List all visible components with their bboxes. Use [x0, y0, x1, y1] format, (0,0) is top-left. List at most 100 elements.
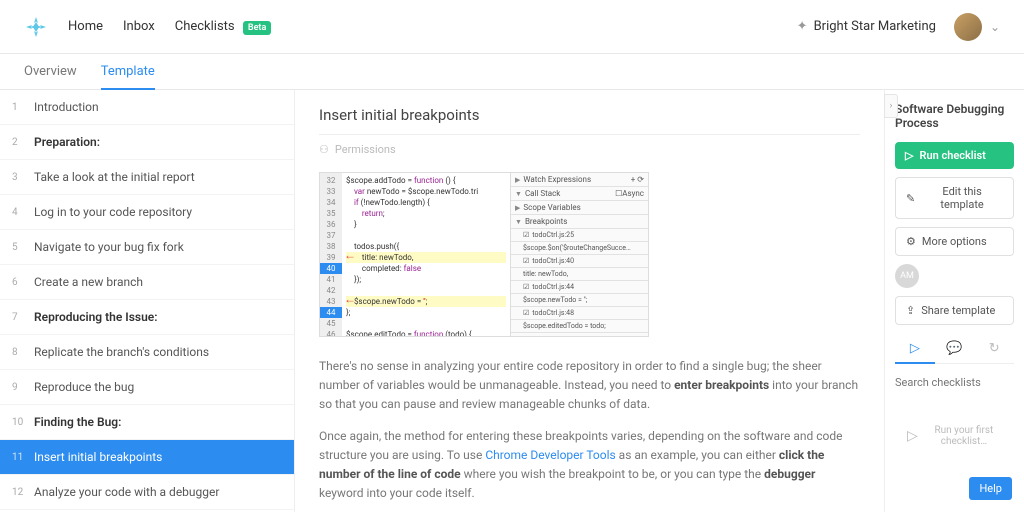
bp-sub: $scope.editedTodo = todo; — [511, 320, 648, 333]
scope-variables-label: Scope Variables — [523, 203, 580, 212]
user-avatar[interactable] — [954, 13, 982, 41]
step-title: Reproduce the bug — [34, 380, 282, 394]
permissions-label: Permissions — [335, 143, 396, 156]
empty-state-text: Run your first checklist… — [926, 425, 1002, 447]
step-number: 10 — [12, 417, 34, 428]
right-tab-run[interactable]: ▷ — [895, 335, 935, 364]
logo-icon[interactable] — [24, 15, 48, 39]
empty-state[interactable]: ▷ Run your first checklist… — [895, 413, 1014, 459]
bp-label: todoCtrl.js:40 — [532, 257, 574, 265]
edit-template-button[interactable]: ✎ Edit this template — [895, 177, 1014, 219]
arrow-icon: ← — [344, 250, 356, 261]
step-number: 5 — [12, 242, 34, 253]
dom-bp-label: DOM Breakpoints — [523, 335, 585, 337]
share-icon: ⇪ — [906, 304, 915, 317]
step-item[interactable]: 9Reproduce the bug — [0, 370, 294, 405]
step-item[interactable]: 6Create a new branch — [0, 265, 294, 300]
step-item[interactable]: 8Replicate the branch's conditions — [0, 335, 294, 370]
call-stack-label: Call Stack — [525, 189, 560, 198]
code-screenshot: 323334353637383940414243444546474849 $sc… — [319, 172, 649, 337]
step-item[interactable]: 11Insert initial breakpoints — [0, 440, 294, 475]
nav-checklists[interactable]: Checklists Beta — [175, 19, 272, 35]
step-item[interactable]: 10Finding the Bug: — [0, 405, 294, 440]
bp-label: todoCtrl.js:48 — [532, 309, 574, 317]
share-template-button[interactable]: ⇪ Share template — [895, 296, 1014, 325]
watch-expressions-label: Watch Expressions — [523, 175, 591, 184]
beta-badge: Beta — [243, 21, 271, 35]
arrow-icon: ← — [344, 294, 356, 305]
collapse-handle[interactable]: › — [884, 94, 898, 118]
step-number: 8 — [12, 347, 34, 358]
step-title: Take a look at the initial report — [34, 170, 282, 184]
step-item[interactable]: 4Log in to your code repository — [0, 195, 294, 230]
right-tabs: ▷ 💬 ↻ — [895, 335, 1014, 364]
member-avatar[interactable]: AM — [895, 264, 919, 288]
step-number: 4 — [12, 207, 34, 218]
step-item[interactable]: 2Preparation: — [0, 125, 294, 160]
line-gutter: 323334353637383940414243444546474849 — [320, 173, 342, 336]
step-item[interactable]: 7Reproducing the Issue: — [0, 300, 294, 335]
bp-sub: title: newTodo, — [511, 268, 648, 281]
step-number: 3 — [12, 172, 34, 183]
pencil-icon: ✎ — [906, 192, 915, 205]
sub-tabs: Overview Template — [0, 54, 1024, 90]
step-number: 6 — [12, 277, 34, 288]
step-title: Insert initial breakpoints — [34, 450, 282, 464]
async-label: Async — [622, 189, 644, 198]
right-tab-comments[interactable]: 💬 — [935, 335, 975, 363]
step-title: Replicate the branch's conditions — [34, 345, 282, 359]
edit-template-label: Edit this template — [921, 185, 1003, 211]
step-number: 2 — [12, 137, 34, 148]
breakpoints-label: Breakpoints — [525, 217, 567, 226]
nav-inbox[interactable]: Inbox — [123, 19, 155, 34]
org-icon: ✦ — [797, 19, 808, 34]
step-item[interactable]: 12Analyze your code with a debugger — [0, 475, 294, 510]
org-name[interactable]: Bright Star Marketing — [814, 19, 936, 34]
bp-label: todoCtrl.js:44 — [532, 283, 574, 291]
step-title: Finding the Bug: — [34, 415, 282, 429]
step-number: 1 — [12, 102, 34, 113]
step-item[interactable]: 5Navigate to your bug fix fork — [0, 230, 294, 265]
tab-template[interactable]: Template — [101, 55, 155, 90]
step-number: 12 — [12, 487, 34, 498]
right-tab-history[interactable]: ↻ — [974, 335, 1014, 363]
debug-panel: ▶Watch Expressions+ ⟳ ▼Call Stack☐ Async… — [510, 173, 648, 336]
content-area: Insert initial breakpoints ⚇ Permissions… — [295, 90, 884, 512]
right-panel: › Software Debugging Process ▷ Run check… — [884, 90, 1024, 512]
play-icon: ▷ — [907, 428, 918, 444]
gear-icon: ⚙ — [906, 235, 916, 248]
step-number: 11 — [12, 452, 34, 463]
nav-home[interactable]: Home — [68, 19, 103, 34]
body-para-1: There's no sense in analyzing your entir… — [319, 357, 860, 415]
tab-overview[interactable]: Overview — [24, 55, 77, 88]
search-checklists-input[interactable] — [895, 372, 1014, 393]
permissions-link[interactable]: ⚇ Permissions — [319, 143, 860, 156]
play-icon: ▷ — [905, 149, 913, 162]
top-bar: Home Inbox Checklists Beta ✦ Bright Star… — [0, 0, 1024, 54]
bp-sub: $scope.$on('$routeChangeSucce… — [511, 242, 648, 255]
run-checklist-label: Run checklist — [919, 149, 985, 162]
permissions-icon: ⚇ — [319, 143, 329, 156]
step-title: Analyze your code with a debugger — [34, 485, 282, 499]
bp-sub: $scope.newTodo = ''; — [511, 294, 648, 307]
share-template-label: Share template — [921, 304, 995, 317]
more-options-button[interactable]: ⚙ More options — [895, 227, 1014, 256]
main: 1Introduction2Preparation:3Take a look a… — [0, 90, 1024, 512]
more-options-label: More options — [922, 235, 987, 248]
help-button[interactable]: Help — [969, 477, 1012, 500]
step-item[interactable]: 1Introduction — [0, 90, 294, 125]
step-title: Log in to your code repository — [34, 205, 282, 219]
nav-checklists-label: Checklists — [175, 19, 235, 34]
code-text: $scope.addTodo = function () { var newTo… — [342, 173, 510, 336]
step-title: Create a new branch — [34, 275, 282, 289]
step-number: 9 — [12, 382, 34, 393]
step-item[interactable]: 3Take a look at the initial report — [0, 160, 294, 195]
step-title: Preparation: — [34, 135, 282, 149]
run-checklist-button[interactable]: ▷ Run checklist — [895, 142, 1014, 169]
chevron-down-icon[interactable]: ⌄ — [990, 20, 1000, 34]
chrome-devtools-link[interactable]: Chrome Developer Tools — [485, 448, 615, 462]
steps-sidebar[interactable]: 1Introduction2Preparation:3Take a look a… — [0, 90, 295, 512]
step-number: 7 — [12, 312, 34, 323]
content-title: Insert initial breakpoints — [319, 106, 860, 135]
step-title: Introduction — [34, 100, 282, 114]
